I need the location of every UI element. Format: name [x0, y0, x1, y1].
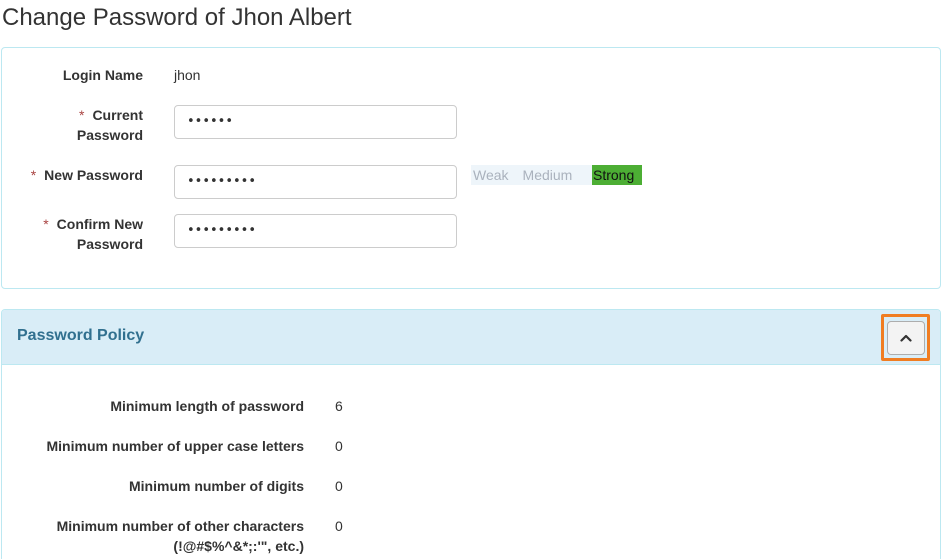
confirm-password-label-line1: Confirm New: [56, 216, 143, 232]
policy-value-min-other: 0: [335, 518, 343, 534]
policy-value-min-upper: 0: [335, 438, 343, 454]
policy-label-min-upper: Minimum number of upper case letters: [46, 438, 305, 454]
login-name-label: Login Name: [62, 67, 143, 83]
policy-label-min-other-line1: Minimum number of other characters: [56, 518, 304, 534]
collapse-button-face[interactable]: [886, 320, 925, 355]
policy-value-min-length: 6: [335, 398, 343, 414]
strength-weak: Weak: [473, 167, 509, 183]
collapse-policy-button[interactable]: [881, 314, 930, 361]
password-policy-title: Password Policy: [17, 327, 145, 344]
change-password-panel: Login Name jhon * Current Password ••••••…: [1, 47, 941, 289]
confirm-password-label: * Confirm New Password: [43, 214, 143, 254]
new-password-label-text: New Password: [44, 167, 143, 183]
confirm-password-input[interactable]: •••••••••: [174, 214, 457, 248]
required-marker: *: [78, 107, 85, 123]
confirm-password-label-line2: Password: [76, 236, 143, 252]
required-marker: *: [30, 167, 37, 183]
policy-label-min-digits: Minimum number of digits: [129, 478, 304, 494]
password-strength-meter: Weak Medium Strong: [471, 165, 642, 185]
page-title: Change Password of Jhon Albert: [2, 4, 352, 31]
current-password-label-line1: Current: [92, 107, 143, 123]
policy-value-min-digits: 0: [335, 478, 343, 494]
strength-medium: Medium: [522, 167, 573, 183]
policy-label-min-other-line2: (!@#$%^&*;:'", etc.): [173, 538, 304, 554]
new-password-input[interactable]: •••••••••: [174, 165, 457, 199]
password-policy-panel: Password Policy Minimum length of passwo…: [1, 309, 941, 559]
chevron-up-icon: [899, 334, 912, 342]
current-password-label-line2: Password: [76, 127, 143, 143]
strength-strong: Strong: [592, 165, 642, 185]
password-policy-heading: Password Policy: [2, 310, 940, 365]
policy-label-min-other: Minimum number of other characters (!@#$…: [14, 516, 304, 556]
required-marker: *: [43, 216, 49, 232]
new-password-label: * New Password: [31, 165, 143, 185]
policy-label-min-length: Minimum length of password: [110, 398, 304, 414]
current-password-label: * Current Password: [77, 105, 143, 145]
login-name-value: jhon: [174, 67, 201, 83]
current-password-input[interactable]: ••••••: [174, 105, 457, 139]
